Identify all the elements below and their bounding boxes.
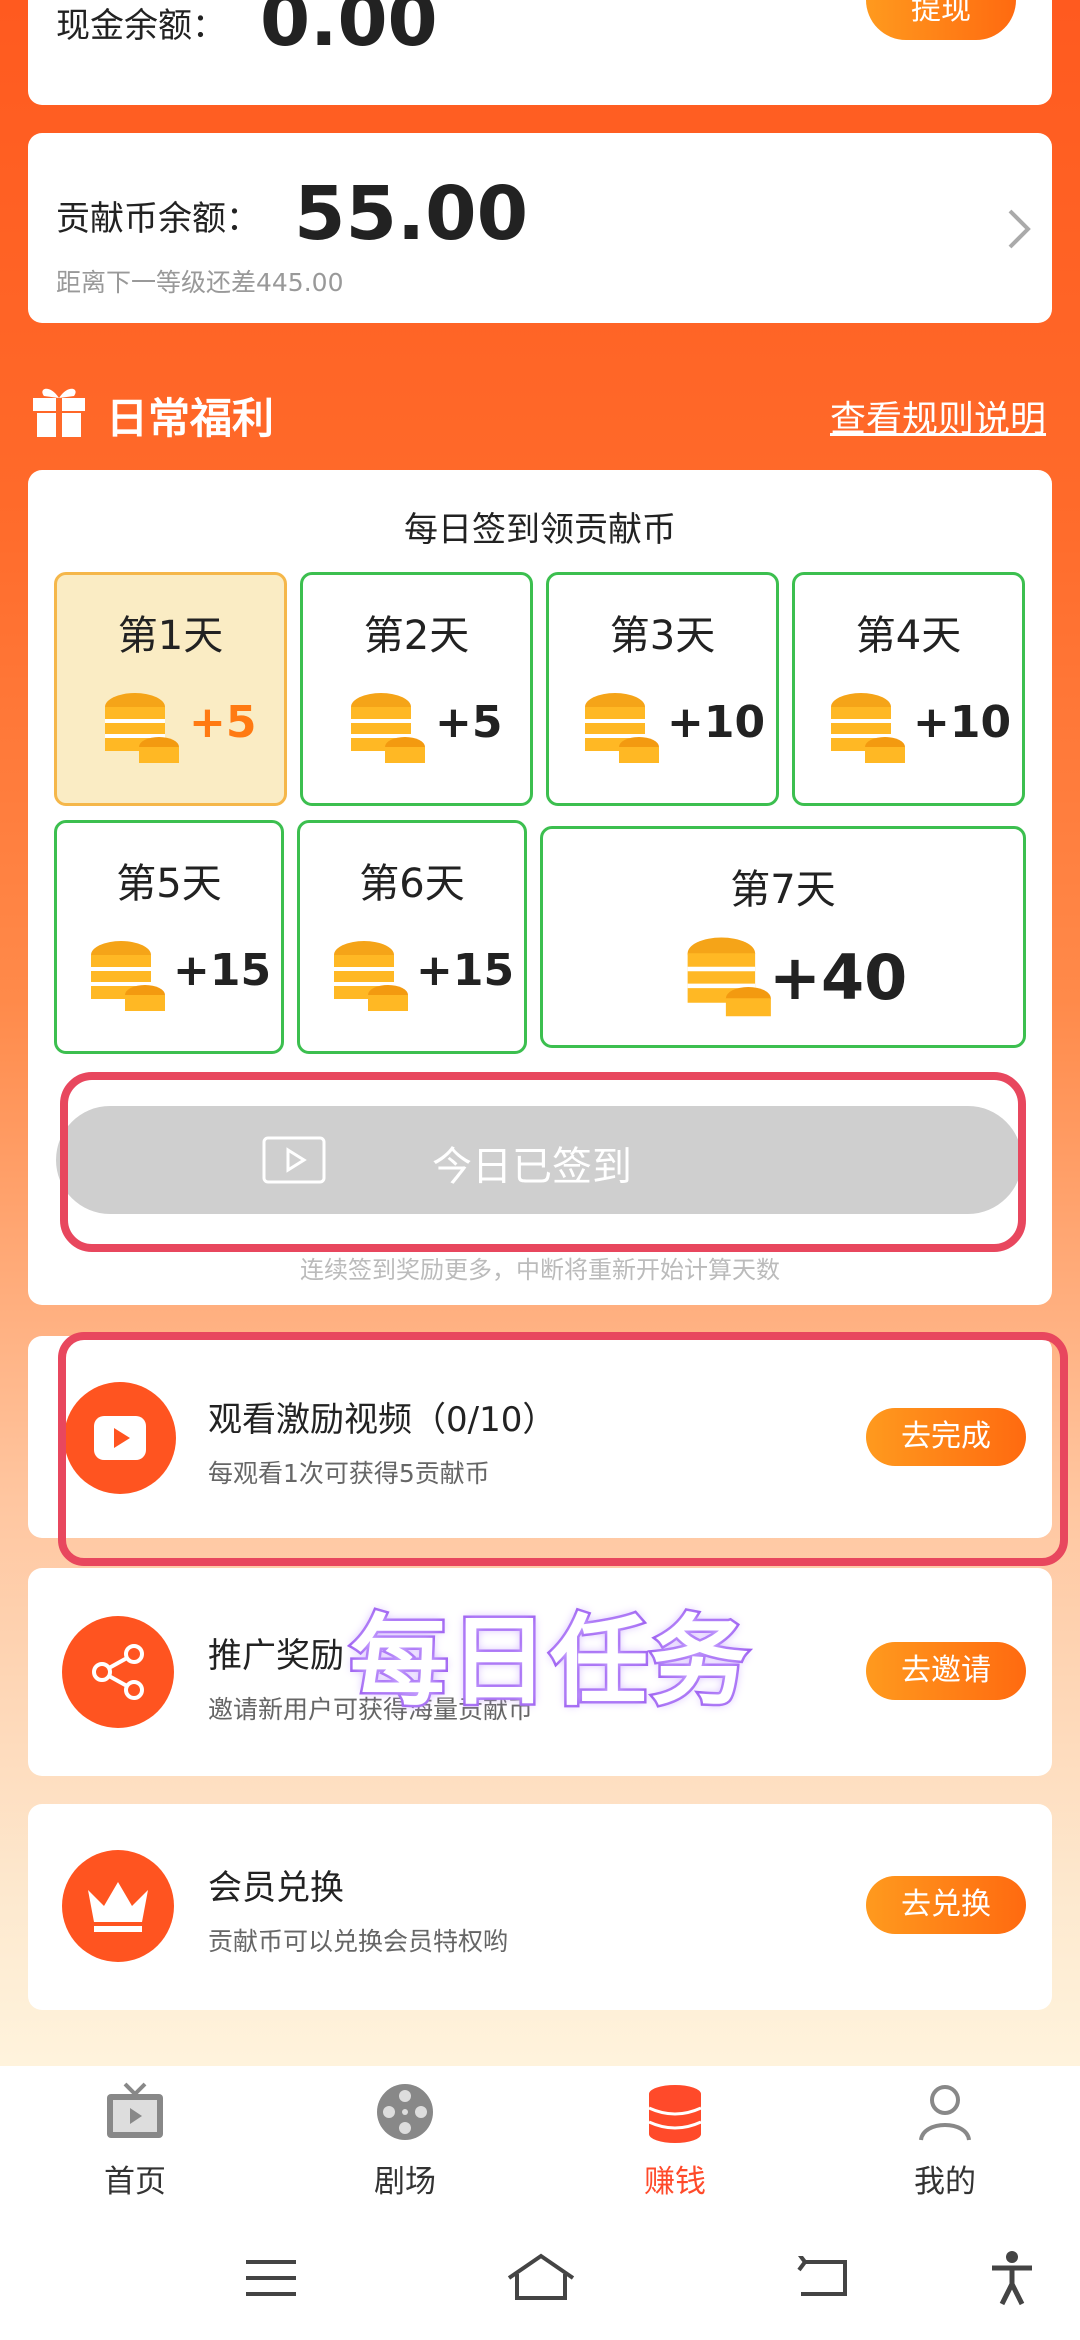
day-tile-3[interactable]: 第3天 +10: [546, 572, 779, 806]
coin-stack-icon: [351, 693, 425, 763]
day-label: 第3天: [609, 613, 716, 659]
film-reel-icon: [377, 2084, 433, 2140]
rules-link[interactable]: 查看规则说明: [830, 390, 1046, 442]
tab-label: 首页: [104, 2164, 166, 2200]
share-icon-bg: [62, 1616, 174, 1728]
day-label: 第6天: [359, 861, 465, 907]
day-amount: +15: [416, 945, 515, 996]
day-tile-5[interactable]: 第5天 +15: [54, 820, 284, 1054]
checkin-title: 每日签到领贡献币: [404, 510, 676, 550]
button-label: 去兑换: [901, 1887, 991, 1922]
home-icon[interactable]: [505, 2252, 577, 2302]
day-label: 第2天: [363, 613, 470, 659]
day-tile-7[interactable]: 第7天 +40: [540, 826, 1026, 1048]
redeem-button[interactable]: 去兑换: [866, 1876, 1026, 1934]
person-icon: [919, 2085, 971, 2141]
day-amount: +15: [173, 945, 272, 996]
tab-label: 我的: [914, 2164, 976, 2200]
highlight-box-checkin: [60, 1072, 1026, 1252]
coin-stack-icon: [648, 2085, 702, 2143]
task-card-membership[interactable]: 会员兑换 贡献币可以兑换会员特权哟 去兑换: [28, 1804, 1052, 2010]
day-tile-4[interactable]: 第4天 +10: [792, 572, 1025, 806]
tab-home[interactable]: 首页: [45, 2080, 225, 2201]
coin-stack-icon: [687, 937, 771, 1017]
daily-tasks-overlay: 每日任务: [347, 1603, 751, 1722]
welfare-title: 日常福利: [106, 394, 275, 443]
day-tile-2[interactable]: 第2天 +5: [300, 572, 533, 806]
back-icon[interactable]: [795, 2256, 851, 2300]
invite-button[interactable]: 去邀请: [866, 1642, 1026, 1700]
day-amount: +5: [189, 697, 257, 748]
crown-icon-bg: [62, 1850, 174, 1962]
tab-label: 赚钱: [644, 2164, 706, 2200]
day-amount: +10: [913, 697, 1012, 748]
tab-theater[interactable]: 剧场: [315, 2080, 495, 2201]
coin-stack-icon: [334, 941, 408, 1011]
day-amount: +5: [435, 697, 503, 748]
tab-me[interactable]: 我的: [855, 2080, 1035, 2201]
day-label: 第7天: [730, 867, 836, 913]
tab-label: 剧场: [374, 2164, 436, 2200]
bottom-tab-bar: 首页 剧场 赚钱 我的: [0, 2066, 1080, 2216]
task-title: 推广奖励: [208, 1636, 344, 1676]
gift-icon: [33, 388, 85, 437]
system-nav-bar: [0, 2216, 1080, 2340]
day-label: 第4天: [855, 613, 962, 659]
coin-stack-icon: [105, 693, 179, 763]
accessibility-icon[interactable]: [988, 2250, 1036, 2306]
contribution-card[interactable]: 贡献币余额： 55.00 距离下一等级还差445.00: [28, 133, 1052, 323]
day-tile-6[interactable]: 第6天 +15: [297, 820, 527, 1054]
day-amount: +10: [667, 697, 766, 748]
coin-stack-icon: [91, 941, 165, 1011]
chevron-right-icon: [1008, 209, 1031, 249]
day-label: 第5天: [116, 861, 222, 907]
task-subtitle: 贡献币可以兑换会员特权哟: [208, 1927, 509, 1956]
withdraw-label: 提现: [911, 0, 971, 27]
checkin-note: 连续签到奖励更多，中断将重新开始计算天数: [300, 1256, 780, 1284]
share-icon: [92, 1644, 144, 1700]
cash-value: 0.00: [260, 0, 438, 62]
level-progress-text: 距离下一等级还差445.00: [56, 268, 344, 297]
withdraw-button[interactable]: 提现: [866, 0, 1016, 40]
coin-stack-icon: [585, 693, 659, 763]
highlight-box-video-task: [58, 1332, 1068, 1566]
cash-label: 现金余额：: [56, 6, 226, 46]
task-title: 会员兑换: [208, 1868, 344, 1908]
day-tile-1[interactable]: 第1天 +5: [54, 572, 287, 806]
tv-icon: [107, 2082, 163, 2138]
crown-icon: [88, 1882, 148, 1932]
button-label: 去邀请: [901, 1653, 991, 1688]
day-amount: +40: [769, 941, 908, 1014]
contribution-value: 55.00: [294, 171, 529, 257]
menu-icon[interactable]: [244, 2258, 298, 2298]
day-label: 第1天: [117, 613, 224, 659]
contribution-label: 贡献币余额：: [56, 199, 260, 239]
tab-earn[interactable]: 赚钱: [585, 2080, 765, 2201]
cash-card: 现金余额： 0.00 提现: [28, 0, 1052, 105]
coin-stack-icon: [831, 693, 905, 763]
